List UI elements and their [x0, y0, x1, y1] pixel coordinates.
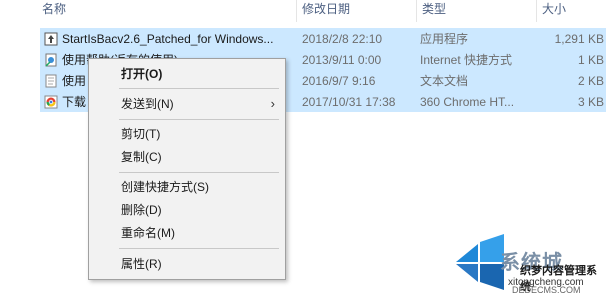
file-date: 2017/10/31 17:38	[302, 95, 396, 109]
menu-separator	[119, 119, 279, 120]
menu-item-label: 发送到(N)	[121, 97, 174, 111]
menu-item-cut[interactable]: 剪切(T)	[89, 123, 285, 145]
menu-item-label: 复制(C)	[121, 150, 162, 164]
context-menu: 打开(O) 发送到(N) › 剪切(T) 复制(C) 创建快捷方式(S) 删除(…	[88, 58, 286, 280]
menu-item-open[interactable]: 打开(O)	[89, 63, 285, 85]
column-size-header[interactable]: 大小	[538, 0, 606, 22]
column-type-header[interactable]: 类型	[418, 0, 538, 22]
column-date-header[interactable]: 修改日期	[298, 0, 418, 22]
file-date: 2018/2/8 22:10	[302, 32, 383, 46]
chrome-html-icon	[44, 95, 58, 109]
file-type: 文本文档	[420, 74, 469, 88]
menu-item-create-shortcut[interactable]: 创建快捷方式(S)	[89, 176, 285, 198]
menu-item-send-to[interactable]: 发送到(N) ›	[89, 93, 285, 115]
chevron-right-icon: ›	[270, 96, 275, 111]
menu-separator	[119, 172, 279, 173]
menu-item-delete[interactable]: 删除(D)	[89, 199, 285, 221]
file-type: 应用程序	[420, 32, 469, 46]
app-icon	[44, 32, 58, 46]
menu-item-label: 重命名(M)	[121, 226, 175, 240]
column-divider[interactable]	[416, 0, 417, 22]
menu-item-rename[interactable]: 重命名(M)	[89, 222, 285, 244]
menu-item-properties[interactable]: 属性(R)	[89, 253, 285, 275]
menu-item-label: 创建快捷方式(S)	[121, 180, 209, 194]
menu-item-label: 剪切(T)	[121, 127, 161, 141]
file-size: 2 KB	[577, 74, 604, 88]
menu-item-label: 删除(D)	[121, 203, 162, 217]
file-type: 360 Chrome HT...	[420, 95, 515, 109]
column-header: 名称 修改日期 类型 大小	[0, 0, 606, 22]
menu-item-label: 打开(O)	[121, 67, 163, 81]
column-name-header[interactable]: 名称	[38, 0, 296, 22]
watermark-site2: DEDECMS.COM	[512, 285, 581, 295]
file-date: 2013/9/11 0:00	[302, 53, 382, 67]
file-name: StartIsBacv2.6_Patched_for Windows...	[62, 32, 274, 46]
internet-shortcut-icon	[44, 53, 58, 67]
file-size: 1 KB	[577, 53, 604, 67]
file-size: 1,291 KB	[554, 32, 604, 46]
file-size: 3 KB	[577, 95, 604, 109]
menu-item-label: 属性(R)	[121, 257, 162, 271]
text-document-icon	[44, 74, 58, 88]
column-divider[interactable]	[296, 0, 297, 22]
file-type: Internet 快捷方式	[420, 53, 513, 67]
menu-item-copy[interactable]: 复制(C)	[89, 146, 285, 168]
menu-separator	[119, 248, 279, 249]
file-row[interactable]: StartIsBacv2.6_Patched_for Windows... 20…	[40, 28, 606, 49]
column-divider[interactable]	[536, 0, 537, 22]
menu-separator	[119, 88, 279, 89]
file-date: 2016/9/7 9:16	[302, 74, 376, 88]
